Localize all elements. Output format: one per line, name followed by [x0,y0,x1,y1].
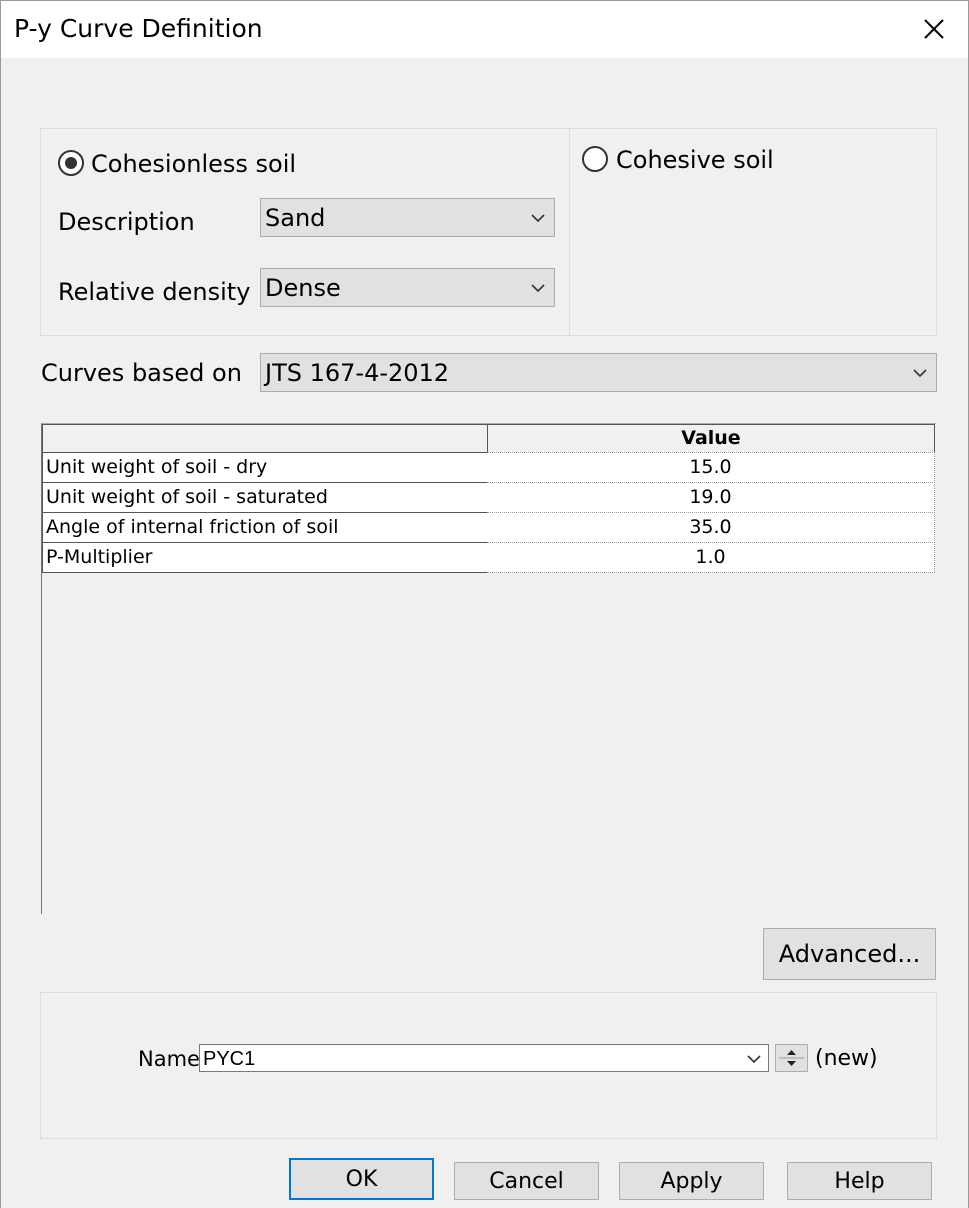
close-icon [924,19,944,39]
table-row-label: Angle of internal friction of soil [42,512,488,543]
advanced-button[interactable]: Advanced... [763,928,936,980]
name-select[interactable]: PYC1 [199,1044,769,1072]
cohesive-radio[interactable] [582,146,608,172]
description-value: Sand [265,204,326,232]
cohesionless-radio[interactable] [58,150,84,176]
ok-button[interactable]: OK [289,1158,434,1200]
apply-button[interactable]: Apply [619,1162,764,1200]
table-row-value[interactable]: 15.0 [487,452,935,483]
grid-header-blank [42,424,488,453]
table-row-label: Unit weight of soil - dry [42,452,488,483]
curves-based-on-select[interactable]: JTS 167-4-2012 [260,353,937,392]
relative-density-label: Relative density [58,278,251,306]
cancel-button[interactable]: Cancel [454,1162,599,1200]
curves-based-on-value: JTS 167-4-2012 [265,359,450,387]
chevron-down-icon [913,368,927,377]
window-title: P-y Curve Definition [14,14,263,43]
table-row-label: P-Multiplier [42,542,488,573]
name-label: Name [138,1047,200,1071]
chevron-down-icon [531,213,545,222]
window-border-left [0,58,1,1208]
description-select[interactable]: Sand [260,198,555,237]
relative-density-select[interactable]: Dense [260,268,555,307]
table-row-value[interactable]: 1.0 [487,542,935,573]
name-value: PYC1 [203,1048,256,1070]
chevron-down-icon [747,1055,761,1064]
help-button[interactable]: Help [787,1162,932,1200]
property-grid: Value Unit weight of soil - dry 15.0 Uni… [41,423,936,914]
chevron-down-icon [531,283,545,292]
cohesive-label: Cohesive soil [616,146,774,174]
cohesionless-label: Cohesionless soil [91,150,297,178]
grid-header-value: Value [487,424,935,453]
spin-up-down-icon [779,1050,804,1066]
close-button[interactable] [912,9,956,49]
description-label: Description [58,208,195,236]
table-row-label: Unit weight of soil - saturated [42,482,488,513]
name-status: (new) [815,1046,878,1071]
name-spin-button[interactable] [775,1044,808,1072]
relative-density-value: Dense [265,274,341,302]
table-row-value[interactable]: 35.0 [487,512,935,543]
curves-based-on-label: Curves based on [41,359,242,387]
table-row-value[interactable]: 19.0 [487,482,935,513]
